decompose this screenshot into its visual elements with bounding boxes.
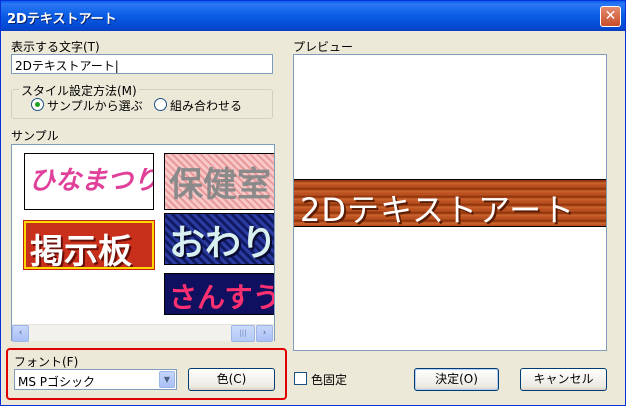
scroll-thumb[interactable]: |||: [231, 325, 255, 342]
preview-area: 2Dテキストアート: [293, 54, 607, 351]
close-icon: ✕: [604, 8, 617, 24]
close-button[interactable]: ✕: [600, 6, 621, 27]
sample-tile-text: ひなまつり: [29, 166, 154, 196]
text-input[interactable]: 2Dテキストアート|: [11, 54, 273, 74]
sample-tile-keijiban[interactable]: 掲示板: [23, 220, 155, 270]
sample-tile-hinamatsuri[interactable]: ひなまつり: [24, 153, 154, 210]
dialog-window: 2Dテキストアート ✕ 表示する文字(T) 2Dテキストアート| スタイル設定方…: [0, 0, 626, 406]
samples-label: サンプル: [11, 129, 59, 143]
font-select[interactable]: MS Pゴシック ▼: [14, 369, 177, 390]
preview-banner: 2Dテキストアート: [294, 179, 606, 229]
font-select-value: MS Pゴシック: [18, 375, 96, 389]
text-input-label: 表示する文字(T): [11, 40, 100, 54]
title-bar[interactable]: 2Dテキストアート ✕: [1, 1, 625, 31]
window-title: 2Dテキストアート: [7, 12, 117, 27]
radio-combine-label[interactable]: 組み合わせる: [170, 97, 242, 114]
chevron-down-icon[interactable]: ▼: [159, 371, 175, 388]
scroll-left-button[interactable]: ‹: [12, 325, 29, 342]
color-fixed-label[interactable]: 色固定: [311, 371, 347, 388]
color-fixed-checkbox[interactable]: [294, 372, 307, 385]
sample-tile-text: さんすう: [169, 281, 275, 314]
chevron-left-icon: ‹: [18, 328, 23, 338]
font-label: フォント(F): [14, 355, 79, 369]
sample-tile-text: 掲示板: [30, 232, 132, 269]
ok-button[interactable]: 決定(O): [414, 368, 499, 391]
sample-tile-sansuu[interactable]: さんすう: [164, 273, 275, 315]
sample-list: ひなまつり 保健室 掲示板 おわり さんすう: [11, 144, 275, 341]
sample-tile-owari[interactable]: おわり: [164, 213, 275, 265]
grip-icon: |||: [239, 329, 247, 337]
radio-combine[interactable]: [154, 98, 167, 111]
radio-sample-label[interactable]: サンプルから選ぶ: [47, 97, 143, 114]
radio-sample[interactable]: [31, 98, 44, 111]
sample-tile-text: おわり: [169, 223, 275, 264]
sample-tile-hokenshitsu[interactable]: 保健室: [164, 153, 274, 210]
cancel-button[interactable]: キャンセル: [520, 368, 607, 391]
scroll-right-button[interactable]: ›: [256, 325, 273, 342]
preview-label: プレビュー: [293, 40, 354, 54]
sample-tile-text: 保健室: [169, 165, 271, 205]
chevron-right-icon: ›: [262, 328, 267, 338]
preview-text: 2Dテキストアート: [300, 191, 576, 229]
sample-scrollbar[interactable]: ‹ ||| ›: [12, 324, 274, 342]
color-button[interactable]: 色(C): [188, 368, 275, 391]
